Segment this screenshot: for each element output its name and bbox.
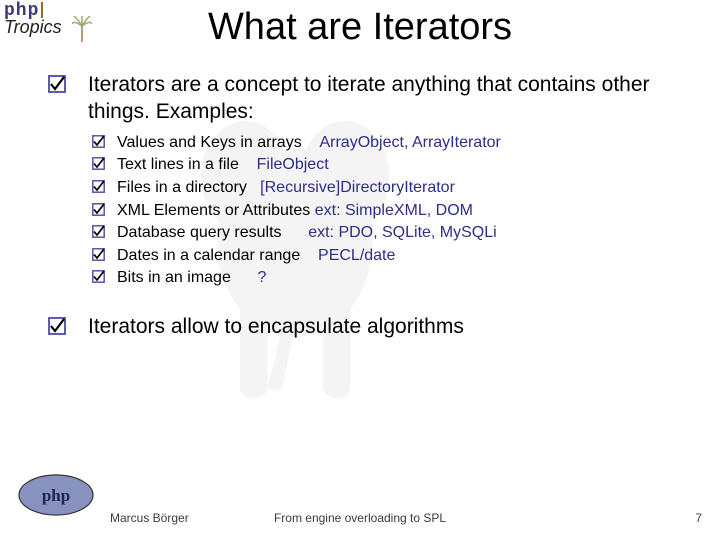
sub-bullet: XML Elements or Attributes ext: SimpleXM… bbox=[92, 200, 688, 222]
sub-bullet-label: Database query results bbox=[117, 222, 282, 244]
sub-bullet-extra: FileObject bbox=[257, 156, 329, 173]
checkbox-checked-icon bbox=[92, 157, 105, 170]
sub-bullet-row: Bits in an image ? bbox=[117, 267, 266, 289]
php-tropics-logo: php Tropics bbox=[4, 2, 94, 48]
sub-bullet-row: XML Elements or Attributes ext: SimpleXM… bbox=[117, 200, 473, 222]
sub-bullet-extra: ? bbox=[258, 269, 267, 286]
spacer bbox=[247, 179, 260, 196]
sub-bullet-row: Dates in a calendar range PECL/date bbox=[117, 245, 395, 267]
sub-bullet: Values and Keys in arrays ArrayObject, A… bbox=[92, 132, 688, 154]
slide-title: What are Iterators bbox=[0, 0, 720, 49]
spacer bbox=[282, 224, 309, 241]
sub-bullet-label: Text lines in a file bbox=[117, 154, 239, 176]
sub-bullet-label: XML Elements or Attributes bbox=[117, 200, 310, 222]
checkbox-checked-icon bbox=[92, 270, 105, 283]
sub-bullet-extra: [Recursive]DirectoryIterator bbox=[260, 179, 455, 196]
sub-bullet: Dates in a calendar range PECL/date bbox=[92, 245, 688, 267]
intro-text: Iterators are a concept to iterate anyth… bbox=[88, 72, 688, 126]
palm-icon bbox=[72, 16, 92, 42]
sub-bullet-row: Text lines in a file FileObject bbox=[117, 154, 329, 176]
sub-bullet-label: Values and Keys in arrays bbox=[117, 132, 302, 154]
spacer bbox=[231, 269, 258, 286]
footer: Marcus Börger From engine overloading to… bbox=[0, 506, 720, 530]
checkbox-checked-icon bbox=[92, 225, 105, 238]
checkbox-checked-icon bbox=[92, 135, 105, 148]
sub-bullet-row: Database query results ext: PDO, SQLite,… bbox=[117, 222, 497, 244]
svg-text:php: php bbox=[42, 486, 70, 505]
sub-bullet-extra: ext: SimpleXML, DOM bbox=[315, 202, 473, 219]
sub-bullet-row: Files in a directory [Recursive]Director… bbox=[117, 177, 455, 199]
sub-bullet-extra: ext: PDO, SQLite, MySQLi bbox=[308, 224, 497, 241]
spacer bbox=[302, 134, 320, 151]
sub-bullet-label: Files in a directory bbox=[117, 177, 247, 199]
sub-bullet-extra: ArrayObject, ArrayIterator bbox=[319, 134, 500, 151]
footer-center: From engine overloading to SPL bbox=[0, 511, 720, 525]
sub-bullet: Bits in an image ? bbox=[92, 267, 688, 289]
spacer bbox=[300, 247, 318, 264]
sub-bullet: Text lines in a file FileObject bbox=[92, 154, 688, 176]
sub-bullet: Database query results ext: PDO, SQLite,… bbox=[92, 222, 688, 244]
checkbox-checked-icon bbox=[92, 180, 105, 193]
checkbox-checked-icon bbox=[92, 248, 105, 261]
sub-bullet-extra: PECL/date bbox=[318, 247, 395, 264]
checkbox-checked-icon bbox=[48, 317, 66, 335]
main-bullet-1: Iterators are a concept to iterate anyth… bbox=[48, 72, 688, 126]
sub-bullet-row: Values and Keys in arrays ArrayObject, A… bbox=[117, 132, 501, 154]
main-bullet-2: Iterators allow to encapsulate algorithm… bbox=[48, 314, 688, 341]
footer-page: 7 bbox=[695, 511, 702, 525]
sub-bullet: Files in a directory [Recursive]Director… bbox=[92, 177, 688, 199]
php-logo-icon: php bbox=[18, 474, 94, 516]
sub-bullet-label: Bits in an image bbox=[117, 267, 231, 289]
checkbox-checked-icon bbox=[92, 203, 105, 216]
sub-list: Values and Keys in arrays ArrayObject, A… bbox=[92, 132, 688, 289]
sub-bullet-label: Dates in a calendar range bbox=[117, 245, 300, 267]
second-text: Iterators allow to encapsulate algorithm… bbox=[88, 314, 464, 341]
checkbox-checked-icon bbox=[48, 75, 66, 93]
spacer bbox=[239, 156, 257, 173]
